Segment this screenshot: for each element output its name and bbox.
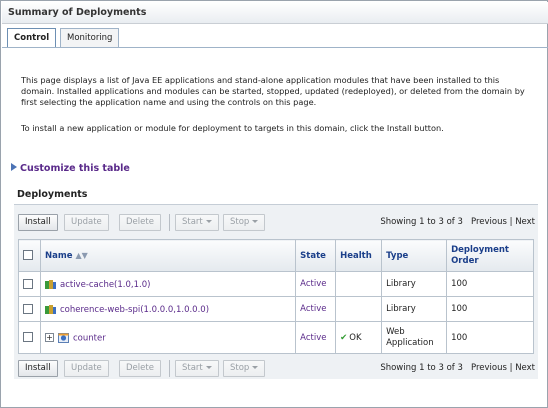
chevron-down-icon: [205, 366, 212, 369]
install-instructions: To install a new application or module f…: [21, 123, 444, 133]
update-button[interactable]: Update: [64, 360, 109, 377]
select-all-checkbox[interactable]: [23, 250, 33, 261]
name-header-label: Name: [44, 250, 73, 261]
top-toolbar: Install Update Delete Start Stop Showing…: [18, 214, 535, 233]
start-dropdown-button[interactable]: Start: [175, 214, 219, 231]
tab-control[interactable]: Control: [7, 28, 57, 48]
health-cell: [335, 296, 383, 322]
bottom-toolbar: Install Update Delete Start Stop Showing…: [18, 360, 535, 379]
toolbar-separator: [169, 360, 170, 377]
start-dropdown-button[interactable]: Start: [175, 360, 219, 377]
library-icon: [44, 279, 56, 289]
row-checkbox[interactable]: [23, 303, 33, 314]
library-icon: [44, 304, 56, 314]
showing-count: Showing 1 to 3 of 3: [380, 363, 463, 373]
pager-separator: |: [509, 363, 513, 373]
expand-plus-icon[interactable]: +: [44, 333, 54, 342]
name-cell: + counter: [39, 321, 297, 354]
chevron-down-icon: [252, 366, 259, 369]
row-checkbox[interactable]: [23, 332, 33, 343]
state-value: Active: [300, 279, 327, 289]
previous-link[interactable]: Previous: [471, 217, 507, 227]
name-column-header[interactable]: Name ▲▼: [39, 239, 297, 272]
stop-label: Stop: [230, 363, 250, 373]
state-cell: Active: [295, 321, 337, 354]
deployment-order-column-header[interactable]: Deployment Order: [446, 239, 534, 272]
next-link[interactable]: Next: [515, 217, 535, 227]
pager: Showing 1 to 3 of 3 Previous | Next: [380, 217, 535, 227]
state-column-header[interactable]: State: [295, 239, 337, 272]
deployments-table: Name ▲▼ State Health Type Deployment Orde…: [18, 239, 534, 354]
check-icon: ✔: [340, 332, 348, 343]
health-value: OK: [349, 332, 362, 343]
health-cell: [335, 271, 383, 297]
table-header-row: Name ▲▼ State Health Type Deployment Orde…: [18, 239, 534, 272]
web-application-icon: [57, 332, 69, 343]
description-paragraph: This page displays a list of Java EE app…: [21, 75, 525, 107]
start-label: Start: [182, 217, 203, 227]
deployments-window: Summary of Deployments Control Monitorin…: [0, 0, 548, 408]
stop-label: Stop: [230, 217, 250, 227]
update-button[interactable]: Update: [64, 214, 109, 231]
sort-icon[interactable]: ▲▼: [75, 251, 87, 260]
row-select-cell: [18, 296, 41, 322]
title-bar: Summary of Deployments: [2, 2, 548, 24]
type-cell: Library: [381, 296, 448, 322]
stop-dropdown-button[interactable]: Stop: [223, 360, 266, 377]
customize-label: Customize this table: [20, 163, 130, 174]
state-cell: Active: [295, 296, 337, 322]
tab-divider: [2, 47, 548, 48]
next-link[interactable]: Next: [515, 363, 535, 373]
deployment-name-link[interactable]: counter: [73, 333, 106, 343]
order-cell: 100: [446, 271, 534, 297]
chevron-down-icon: [252, 220, 259, 223]
deployment-name-link[interactable]: coherence-web-spi(1.0.0.0,1.0.0.0): [60, 305, 209, 315]
select-all-cell: [18, 239, 41, 272]
start-label: Start: [182, 363, 203, 373]
window-title: Summary of Deployments: [8, 7, 147, 18]
row-checkbox[interactable]: [23, 278, 33, 289]
delete-button[interactable]: Delete: [119, 214, 161, 231]
type-column-header[interactable]: Type: [381, 239, 448, 272]
table-row: coherence-web-spi(1.0.0.0,1.0.0.0) Activ…: [18, 296, 534, 322]
row-select-cell: [18, 271, 41, 297]
showing-count: Showing 1 to 3 of 3: [380, 217, 463, 227]
order-cell: 100: [446, 296, 534, 322]
name-cell: coherence-web-spi(1.0.0.0,1.0.0.0): [39, 296, 297, 322]
type-cell: Web Application: [381, 321, 448, 354]
name-cell: active-cache(1.0,1.0): [39, 271, 297, 297]
delete-button[interactable]: Delete: [119, 360, 161, 377]
state-cell: Active: [295, 271, 337, 297]
state-value: Active: [300, 304, 327, 314]
order-cell: 100: [446, 321, 534, 354]
toolbar-separator: [169, 214, 170, 231]
install-button[interactable]: Install: [18, 360, 58, 377]
type-cell: Library: [381, 271, 448, 297]
health-column-header[interactable]: Health: [335, 239, 383, 272]
table-row: active-cache(1.0,1.0) Active Library 100: [18, 271, 534, 297]
row-select-cell: [18, 321, 41, 354]
state-value: Active: [300, 332, 327, 343]
deployment-name-link[interactable]: active-cache(1.0,1.0): [60, 280, 150, 290]
expand-triangle-icon: [11, 163, 17, 171]
table-row: + counter Active ✔ OK Web Application 100: [18, 321, 534, 354]
previous-link[interactable]: Previous: [471, 363, 507, 373]
chevron-down-icon: [205, 220, 212, 223]
pager-separator: |: [509, 217, 513, 227]
health-cell: ✔ OK: [335, 321, 383, 354]
tab-monitoring[interactable]: Monitoring: [60, 28, 120, 47]
customize-table-link[interactable]: Customize this table: [11, 163, 130, 174]
deployments-heading: Deployments: [17, 189, 88, 200]
install-button[interactable]: Install: [18, 214, 58, 231]
pager: Showing 1 to 3 of 3 Previous | Next: [380, 363, 535, 373]
stop-dropdown-button[interactable]: Stop: [223, 214, 266, 231]
